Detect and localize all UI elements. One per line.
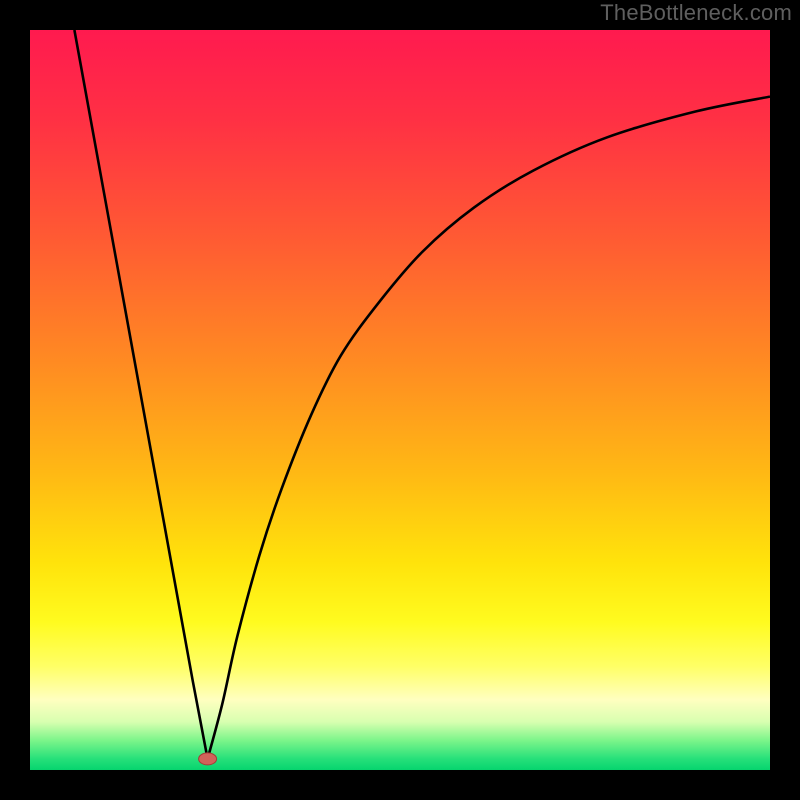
watermark-text: TheBottleneck.com — [600, 0, 792, 26]
plot-area — [30, 30, 770, 770]
chart-svg — [30, 30, 770, 770]
chart-frame: TheBottleneck.com — [0, 0, 800, 800]
minimum-marker — [199, 753, 217, 765]
